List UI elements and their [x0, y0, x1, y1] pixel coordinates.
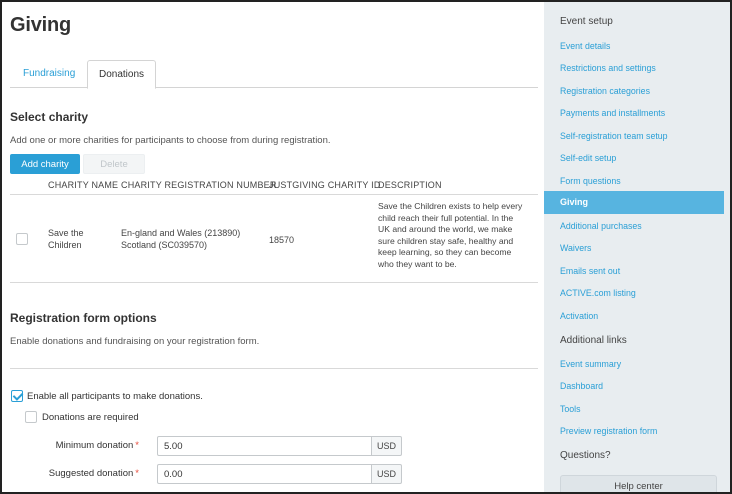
minimum-donation-input[interactable]: [157, 436, 372, 456]
table-bottom-divider: [10, 282, 538, 283]
sidebar-item-team-setup[interactable]: Self-registration team setup: [560, 131, 668, 141]
description-line: UK and around the world, we make: [378, 224, 513, 234]
tab-bar: Fundraising Donations: [10, 56, 538, 89]
select-charity-title: Select charity: [10, 110, 89, 124]
sidebar-item-form-questions[interactable]: Form questions: [560, 176, 621, 186]
table-header-divider: [10, 194, 538, 195]
section-divider: [10, 368, 538, 369]
additional-links-heading: Additional links: [560, 335, 627, 346]
justgiving-id-cell: 18570: [269, 235, 295, 245]
column-header-charity-name[interactable]: CHARITY NAME: [48, 180, 118, 190]
description-line: Save the Children exists to help every: [378, 201, 523, 211]
charity-name-line: Save the: [48, 228, 84, 238]
enable-donations-label: Enable all participants to make donation…: [27, 391, 203, 402]
donations-required-checkbox[interactable]: [25, 411, 37, 423]
suggested-donation-label: Suggested donation *: [19, 468, 139, 479]
sidebar-item-tools[interactable]: Tools: [560, 404, 581, 414]
add-charity-button[interactable]: Add charity: [10, 154, 80, 174]
sidebar-item-active-listing[interactable]: ACTIVE.com listing: [560, 288, 636, 298]
sidebar-item-preview-form[interactable]: Preview registration form: [560, 426, 657, 436]
window-frame: Giving Fundraising Donations Select char…: [0, 0, 732, 494]
description-line: keep learning, so they can become: [378, 247, 512, 257]
delete-button[interactable]: Delete: [83, 154, 145, 174]
description-cell: Save the Children exists to help every c…: [378, 201, 522, 270]
questions-heading: Questions?: [560, 450, 611, 461]
registration-options-title: Registration form options: [10, 311, 157, 325]
enable-donations-checkbox[interactable]: [11, 390, 23, 402]
sidebar-item-self-edit[interactable]: Self-edit setup: [560, 153, 616, 163]
sidebar-item-dashboard[interactable]: Dashboard: [560, 381, 603, 391]
suggested-donation-input[interactable]: [157, 464, 372, 484]
description-line: sure children stay safe, healthy and: [378, 235, 514, 246]
column-header-registration-number[interactable]: CHARITY REGISTRATION NUMBER: [121, 180, 277, 190]
sidebar-item-registration-categories[interactable]: Registration categories: [560, 86, 650, 96]
help-center-button[interactable]: Help center: [560, 475, 717, 492]
suggested-donation-label-text: Suggested donation: [48, 468, 134, 479]
required-marker: *: [135, 468, 139, 479]
description-line: who they want to be.: [378, 258, 457, 269]
event-setup-heading: Event setup: [560, 16, 613, 27]
charity-name-line: Children: [48, 240, 82, 250]
sidebar-item-giving[interactable]: Giving: [544, 191, 724, 214]
tab-donations[interactable]: Donations: [87, 60, 157, 89]
sidebar-item-additional-purchases[interactable]: Additional purchases: [560, 221, 642, 231]
sidebar-item-payments[interactable]: Payments and installments: [560, 108, 665, 118]
charity-name-cell: Save the Children: [48, 227, 84, 251]
sidebar-item-event-details[interactable]: Event details: [560, 41, 610, 51]
sidebar-item-label: Giving: [560, 197, 589, 207]
page-title: Giving: [10, 14, 72, 36]
sidebar-item-emails[interactable]: Emails sent out: [560, 266, 620, 276]
sidebar-item-event-summary[interactable]: Event summary: [560, 359, 621, 369]
sidebar-item-waivers[interactable]: Waivers: [560, 243, 591, 253]
column-header-justgiving-id[interactable]: JUSTGIVING CHARITY ID: [269, 180, 381, 190]
main-content: Giving Fundraising Donations Select char…: [4, 4, 544, 492]
minimum-donation-label-text: Minimum donation: [55, 440, 134, 451]
select-charity-helper: Add one or more charities for participan…: [10, 135, 331, 146]
description-line: child reach their full potential. In the: [378, 212, 514, 223]
registration-number-cell: En-gland and Wales (213890) Scotland (SC…: [121, 227, 240, 251]
row-select-checkbox[interactable]: [16, 233, 28, 245]
currency-addon: USD: [372, 464, 402, 484]
donations-required-label: Donations are required: [42, 412, 139, 423]
tab-fundraising[interactable]: Fundraising: [12, 60, 86, 88]
sidebar: Event setup Event details Restrictions a…: [544, 2, 730, 492]
registration-number-line: En-gland and Wales (213890): [121, 228, 241, 238]
column-header-description[interactable]: DESCRIPTION: [378, 180, 442, 190]
sidebar-item-activation[interactable]: Activation: [560, 311, 598, 321]
required-marker: *: [135, 440, 139, 451]
registration-number-line: Scotland (SC039570): [121, 240, 208, 250]
minimum-donation-label: Minimum donation *: [19, 440, 139, 451]
registration-options-helper: Enable donations and fundraising on your…: [10, 336, 260, 347]
currency-addon: USD: [372, 436, 402, 456]
sidebar-item-restrictions[interactable]: Restrictions and settings: [560, 63, 656, 73]
